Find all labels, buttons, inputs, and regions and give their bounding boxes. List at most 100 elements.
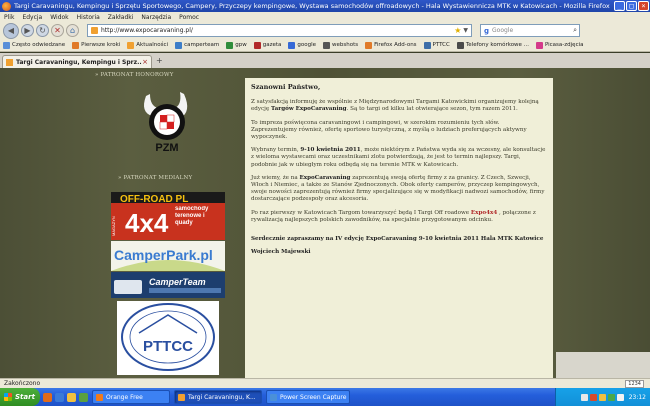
offroad-pl-logo[interactable]: OFF-ROAD PL 4x4 samochody terenowe i qua…: [111, 192, 225, 240]
bookmarks-toolbar: Często odwiedzane Pierwsze kroki Aktualnoś…: [0, 39, 650, 52]
bookmark-label: google: [297, 42, 317, 48]
bookmark-label: webshots: [332, 42, 359, 48]
page-scrollbar-thumb[interactable]: [556, 352, 650, 378]
window-titlebar[interactable]: Targi Caravaningu, Kempingu i Sprzętu Sp…: [0, 0, 650, 12]
bookmark-favicon-icon: [3, 41, 10, 49]
menu-item-plik[interactable]: Plik: [4, 14, 14, 21]
camperpark-logo-text: CamperPark.pl: [114, 247, 213, 263]
taskbar-task-list: Orange Free Targi Caravaningu, K... Power …: [88, 390, 350, 404]
patronat-medialny-heading: » PATRONAT MEDIALNY: [118, 175, 193, 181]
bookmark-favicon-icon: [323, 41, 331, 49]
quicklaunch-ie-icon[interactable]: [55, 392, 64, 402]
taskbar-task[interactable]: Power Screen Capture: [266, 390, 350, 404]
url-dropdown-icon[interactable]: ▼: [463, 27, 468, 34]
new-tab-button[interactable]: +: [156, 56, 163, 65]
article-paragraph-5: Po raz pierwszy w Katowicach Targom towa…: [251, 209, 536, 223]
taskbar-task[interactable]: Targi Caravaningu, K...: [174, 390, 262, 404]
camperteam-logo-text: CamperTeam: [149, 277, 206, 287]
bookmark-item[interactable]: Często odwiedzane: [3, 41, 65, 49]
google-icon[interactable]: g: [484, 27, 489, 35]
bookmark-item[interactable]: Firefox Add-ons: [365, 41, 417, 49]
tab-close-icon[interactable]: ×: [142, 58, 148, 66]
firefox-icon: [2, 1, 11, 11]
tray-language-icon[interactable]: [616, 393, 624, 401]
back-button[interactable]: ◀: [3, 22, 19, 39]
tray-clock: 23:12: [628, 393, 646, 401]
camperpark-logo[interactable]: CamperPark.pl: [111, 241, 225, 271]
url-text[interactable]: http://www.expocaravaning.pl/: [101, 27, 454, 34]
bookmark-item[interactable]: camperteam: [175, 41, 220, 49]
camperteam-logo-strip: [149, 288, 221, 293]
bookmark-favicon-icon: [72, 41, 80, 49]
article-paragraph-3: Wybrany termin, 9-10 kwietnia 2011, może…: [251, 147, 546, 168]
stop-button[interactable]: ✕: [51, 24, 64, 37]
bookmark-star-icon[interactable]: ★: [454, 26, 461, 35]
task-label: Power Screen Capture: [280, 393, 347, 401]
tray-antivirus-icon[interactable]: [589, 393, 597, 401]
home-button[interactable]: ⌂: [66, 24, 79, 37]
tray-network-icon[interactable]: [580, 393, 588, 401]
bookmark-favicon-icon: [127, 41, 135, 49]
menu-item-edycja[interactable]: Edycja: [22, 14, 42, 21]
offroad-logo-subtitle: samochody terenowe i quady: [175, 206, 209, 226]
menu-item-zakladki[interactable]: Zakładki: [108, 14, 134, 21]
bookmark-favicon-icon: [365, 41, 373, 49]
bookmark-item[interactable]: PTTCC: [423, 41, 450, 49]
quicklaunch-firefox-icon[interactable]: [43, 392, 52, 402]
camperteam-logo-van: [114, 280, 142, 294]
menu-item-widok[interactable]: Widok: [50, 14, 68, 21]
tray-update-icon[interactable]: [607, 393, 615, 401]
bookmark-item[interactable]: Aktualności: [127, 41, 168, 49]
quicklaunch-folder-icon[interactable]: [67, 392, 76, 402]
bookmark-item[interactable]: gpw: [226, 41, 247, 49]
article-salutation: Szanowni Państwo,: [251, 83, 321, 91]
maximize-button[interactable]: □: [626, 1, 637, 11]
bookmark-item[interactable]: Telefony komórkowe ...: [456, 41, 529, 49]
bookmark-favicon-icon: [456, 41, 464, 49]
status-text: Zakończono: [4, 380, 41, 387]
search-input[interactable]: Google: [492, 27, 573, 34]
bookmark-favicon-icon: [288, 41, 296, 49]
status-bar: Zakończono 1234: [0, 378, 650, 388]
url-bar[interactable]: http://www.expocaravaning.pl/ ★ ▼: [87, 24, 472, 37]
site-favicon-icon: [91, 27, 98, 34]
article-paragraph-1: Z satysfakcją informuję że wspólnie z Mi…: [251, 99, 539, 113]
bookmark-label: Telefony komórkowe ...: [465, 42, 529, 48]
search-icon[interactable]: ⌕: [573, 26, 577, 35]
task-app-icon: [178, 393, 185, 401]
bookmark-item[interactable]: webshots: [323, 41, 359, 49]
bookmark-item[interactable]: google: [288, 41, 317, 49]
bookmark-label: Firefox Add-ons: [374, 42, 417, 48]
pttcc-logo[interactable]: PTTCC: [117, 301, 219, 375]
menu-item-historia[interactable]: Historia: [77, 14, 100, 21]
tab-expocaravaning[interactable]: Targi Caravaningu, Kempingu i Sprz... ×: [2, 55, 152, 68]
status-addon-counter[interactable]: 1234: [625, 379, 644, 388]
camperteam-logo[interactable]: CamperTeam: [111, 272, 225, 298]
tray-volume-icon[interactable]: [598, 393, 606, 401]
menu-item-narzedzia[interactable]: Narzędzia: [141, 14, 171, 21]
menu-item-pomoc[interactable]: Pomoc: [179, 14, 199, 21]
bookmark-label: camperteam: [184, 42, 220, 48]
welcome-article: Szanowni Państwo, Z satysfakcją informuj…: [245, 78, 553, 378]
start-button[interactable]: Start: [0, 388, 40, 406]
forward-button[interactable]: ▶: [21, 24, 34, 37]
bookmark-label: gazeta: [262, 42, 282, 48]
bookmark-item[interactable]: Pierwsze kroki: [72, 41, 120, 49]
page-viewport[interactable]: » PATRONAT HONOROWY PZM » PATRONAT MEDIA…: [0, 68, 650, 378]
task-app-icon: [96, 393, 103, 401]
quicklaunch-media-icon[interactable]: [79, 392, 88, 402]
minimize-button[interactable]: _: [614, 1, 625, 11]
close-button[interactable]: ×: [638, 1, 649, 11]
reload-button[interactable]: ↻: [36, 24, 49, 37]
bookmark-favicon-icon: [175, 41, 183, 49]
bookmark-label: Picasa-zdjęcia: [544, 42, 584, 48]
task-label: Targi Caravaningu, K...: [188, 393, 256, 401]
expo4x4-link[interactable]: Expo4x4: [471, 210, 497, 216]
offroad-logo-vertical: MAGAZYN: [111, 216, 116, 236]
start-label: Start: [15, 393, 35, 401]
bookmark-item[interactable]: gazeta: [253, 41, 282, 49]
search-box[interactable]: g Google ⌕: [480, 24, 580, 37]
taskbar-task[interactable]: Orange Free: [92, 390, 170, 404]
bookmark-item[interactable]: Picasa-zdjęcia: [535, 41, 584, 49]
pzm-logo[interactable]: PZM: [138, 90, 196, 156]
